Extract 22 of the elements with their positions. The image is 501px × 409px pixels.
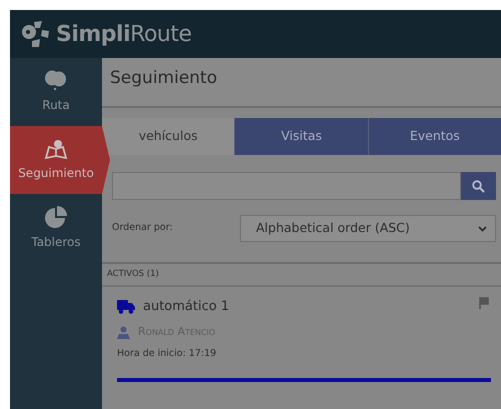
balloons-icon <box>44 70 68 92</box>
pie-chart-icon <box>44 205 68 229</box>
section-heading: ACTIVOS (1) <box>107 269 159 279</box>
logo-icon <box>20 20 50 48</box>
start-time: Hora de inicio: 17:19 <box>117 346 218 361</box>
caret-icon <box>478 226 487 232</box>
sort-dropdown[interactable]: Alphabetical order (ASC) <box>240 215 496 242</box>
sidebar-item[interactable]: Tableros <box>10 194 102 262</box>
search-icon <box>472 180 485 192</box>
tab[interactable]: Visitas <box>234 118 368 155</box>
tab[interactable]: vehículos <box>102 118 234 155</box>
flag-icon[interactable] <box>479 296 489 309</box>
tab[interactable]: Eventos <box>368 118 501 155</box>
truck-icon <box>117 300 135 314</box>
map-icon <box>44 138 68 160</box>
search-field[interactable] <box>112 172 461 200</box>
person-icon <box>117 326 130 339</box>
search-button[interactable] <box>461 172 496 200</box>
sort-label: Ordenar por: <box>112 221 174 236</box>
vehicle-name: automático 1 <box>143 298 230 316</box>
brand-name: SimpliRoute <box>56 20 192 48</box>
sidebar-item[interactable]: Ruta <box>10 58 102 126</box>
